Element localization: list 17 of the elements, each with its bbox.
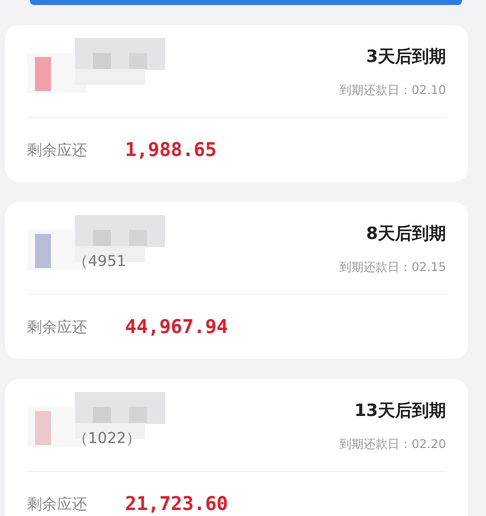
remaining-label: 剩余应还 xyxy=(27,318,88,336)
remaining-label: 剩余应还 xyxy=(27,140,88,160)
remaining-amount: 44,967.94 xyxy=(125,316,228,338)
remaining-amount: 21,723.60 xyxy=(125,493,228,515)
due-countdown: 13天后到期 xyxy=(354,400,446,422)
remaining-amount: 1,988.65 xyxy=(125,139,217,161)
due-date: 到期还款日：02.15 xyxy=(340,259,446,276)
due-countdown: 3天后到期 xyxy=(366,46,446,68)
due-date: 到期还款日：02.20 xyxy=(340,436,446,453)
card-number: （4951 xyxy=(73,252,126,271)
card-number: （1022） xyxy=(73,429,142,448)
repayment-card[interactable]: 3天后到期 到期还款日：02.10 剩余应还 1,988.65 xyxy=(5,25,468,182)
due-countdown: 8天后到期 xyxy=(366,223,446,245)
repayment-card[interactable]: （1022） 13天后到期 到期还款日：02.20 剩余应还 21,723.60 xyxy=(5,379,468,516)
remaining-label: 剩余应还 xyxy=(27,494,88,514)
repayment-card[interactable]: （4951 8天后到期 到期还款日：02.15 剩余应还 44,967.94 xyxy=(5,202,468,359)
due-date: 到期还款日：02.10 xyxy=(340,82,446,99)
